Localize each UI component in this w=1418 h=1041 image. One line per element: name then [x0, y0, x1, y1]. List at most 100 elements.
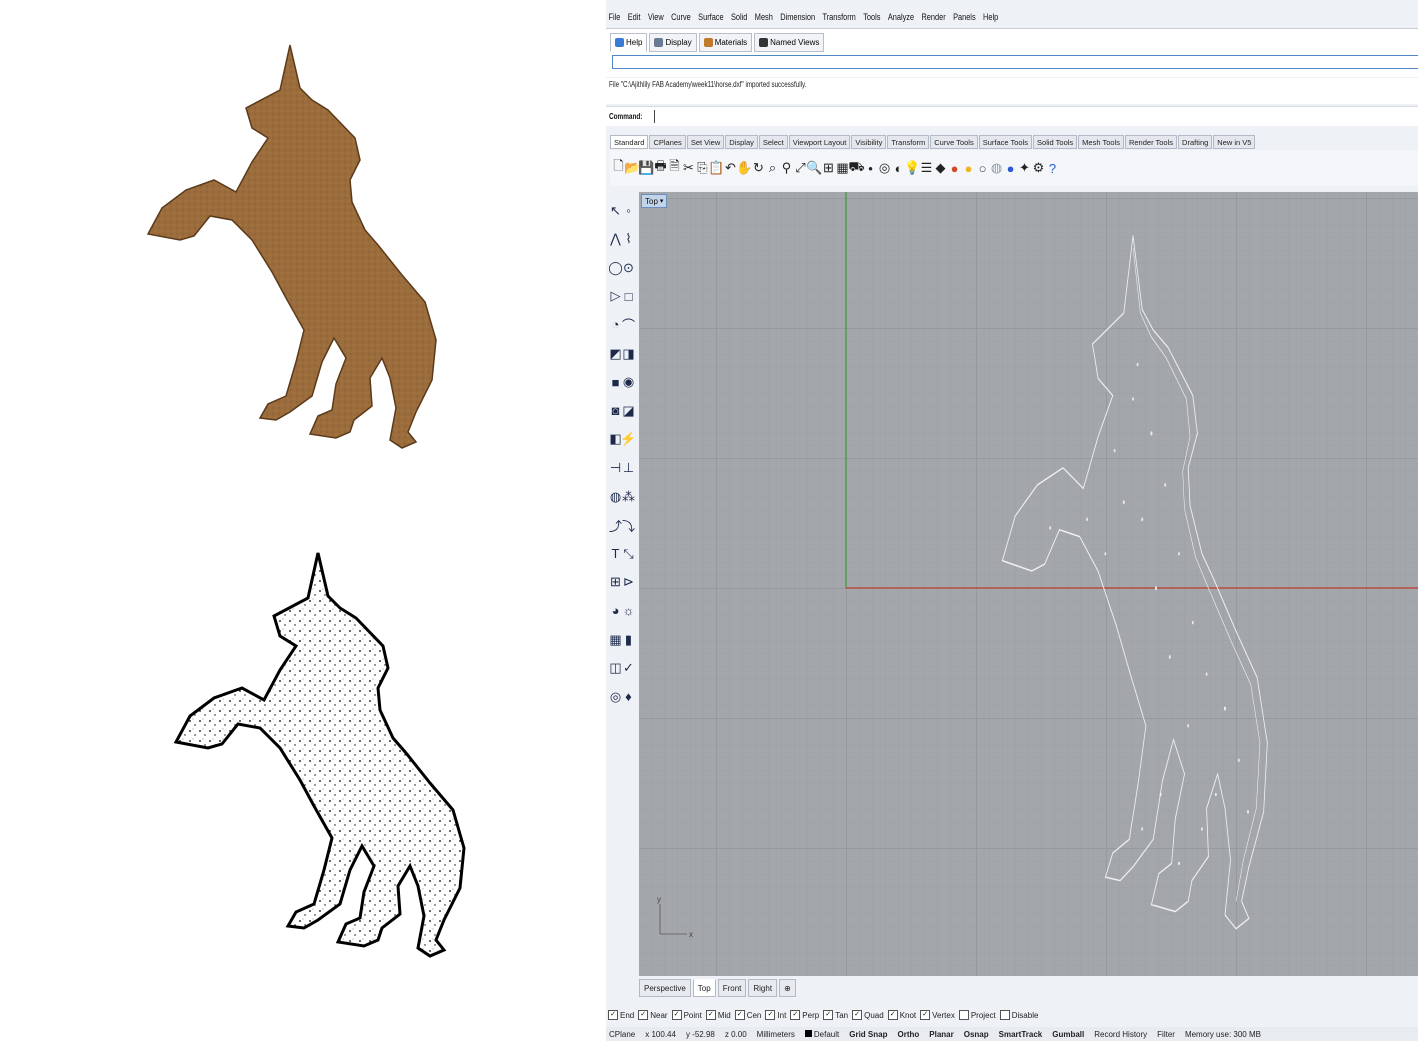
save-icon[interactable]: 💾: [638, 158, 654, 178]
osnap-vertex[interactable]: ✓ Vertex: [920, 1010, 955, 1020]
ghost-sphere-icon[interactable]: ◍: [990, 158, 1003, 178]
panel-tab-named-views[interactable]: Named Views: [754, 33, 825, 52]
menu-file[interactable]: File: [608, 12, 620, 22]
select-icon[interactable]: ↖: [609, 202, 622, 219]
sphere-icon[interactable]: ◉: [622, 374, 635, 391]
lightbulb-icon[interactable]: 💡: [904, 158, 920, 178]
menu-transform[interactable]: Transform: [822, 12, 855, 22]
help-panel-content[interactable]: [612, 55, 1418, 69]
dimension-icon[interactable]: ⤡: [622, 545, 635, 562]
material-sphere-icon[interactable]: ●: [1004, 158, 1017, 178]
menu-tools[interactable]: Tools: [863, 12, 880, 22]
arc-icon[interactable]: ◔: [609, 316, 622, 333]
light-icon[interactable]: ♦: [622, 688, 635, 705]
menu-dimension[interactable]: Dimension: [780, 12, 815, 22]
status-layer[interactable]: Default: [804, 1029, 839, 1039]
pan-icon[interactable]: ✋: [736, 158, 752, 178]
zoom-window-icon[interactable]: ⌕: [766, 158, 779, 178]
cut-icon[interactable]: ✂: [682, 158, 695, 178]
layer-icon[interactable]: ☰: [920, 158, 933, 178]
menu-mesh[interactable]: Mesh: [755, 12, 773, 22]
osnap-checkbox[interactable]: ✓: [920, 1010, 931, 1020]
add-viewport-icon[interactable]: ⊕: [779, 979, 796, 997]
grid-snap-toggle[interactable]: Grid Snap: [849, 1030, 887, 1039]
mesh-icon[interactable]: ◪: [622, 402, 635, 419]
toolbar-tab-viewport-layout[interactable]: Viewport Layout: [788, 135, 851, 149]
toolbar-tab-render-tools[interactable]: Render Tools: [1124, 135, 1178, 149]
toolbar-tab-drafting[interactable]: Drafting: [1178, 135, 1213, 149]
osnap-perp[interactable]: ✓ Perp: [790, 1010, 819, 1020]
ortho-toggle[interactable]: Ortho: [897, 1030, 919, 1039]
gear-icon[interactable]: ⚙: [1032, 158, 1045, 178]
panel-tab-help[interactable]: Help: [610, 33, 648, 52]
menu-panels[interactable]: Panels: [953, 12, 976, 22]
fillet-icon[interactable]: ⌒: [622, 316, 635, 333]
properties-icon[interactable]: ◆: [934, 158, 947, 178]
check-icon[interactable]: ✓: [622, 660, 635, 677]
osnap-point[interactable]: ✓ Point: [671, 1010, 702, 1020]
osnap-quad[interactable]: ✓ Quad: [852, 1010, 884, 1020]
viewport-tab-front[interactable]: Front: [717, 979, 747, 997]
command-input[interactable]: [653, 110, 655, 123]
analyze-icon[interactable]: ▮: [622, 631, 635, 648]
osnap-checkbox[interactable]: ✓: [608, 1010, 618, 1020]
osnap-cen[interactable]: ✓ Cen: [734, 1010, 761, 1020]
osnap-checkbox[interactable]: [958, 1010, 969, 1020]
point-icon[interactable]: •: [864, 158, 877, 178]
osnap-checkbox[interactable]: ✓: [852, 1010, 863, 1020]
array-icon[interactable]: ⊞: [609, 574, 622, 591]
smarttrack-toggle[interactable]: SmartTrack: [999, 1030, 1043, 1039]
polygon-icon[interactable]: ▷: [609, 288, 622, 305]
toolbar-tab-transform[interactable]: Transform: [887, 135, 930, 149]
undo-icon[interactable]: ↶: [724, 158, 737, 178]
new-file-icon[interactable]: 🗋: [612, 158, 625, 178]
grid-array-icon[interactable]: ▦: [609, 631, 622, 648]
toolbar-tab-select[interactable]: Select: [758, 135, 788, 149]
box-icon[interactable]: ■: [609, 374, 622, 391]
explode-icon[interactable]: ⁂: [622, 488, 635, 505]
rotate-view-icon[interactable]: ↻: [752, 158, 765, 178]
status-units[interactable]: Millimeters: [757, 1030, 795, 1039]
circle-center-icon[interactable]: ⊙: [622, 259, 635, 276]
shaded-sphere-icon[interactable]: ●: [962, 158, 975, 178]
menu-edit[interactable]: Edit: [628, 12, 641, 22]
osnap-end[interactable]: ✓ End: [608, 1010, 634, 1020]
toolbar-tab-standard[interactable]: Standard: [610, 135, 649, 149]
copy-icon[interactable]: ⎘: [696, 158, 709, 178]
options-icon[interactable]: ✦: [1018, 158, 1031, 178]
osnap-mid[interactable]: ✓ Mid: [705, 1010, 731, 1020]
menu-view[interactable]: View: [648, 12, 664, 22]
render-icon[interactable]: ◕: [609, 602, 622, 619]
menu-render[interactable]: Render: [921, 12, 945, 22]
extrude-icon[interactable]: ◨: [622, 345, 635, 362]
osnap-tan[interactable]: ✓ Tan: [823, 1010, 848, 1020]
osnap-checkbox[interactable]: ✓: [887, 1010, 898, 1020]
status-cplane[interactable]: CPlane: [609, 1030, 635, 1039]
osnap-checkbox[interactable]: ✓: [638, 1010, 649, 1020]
split-icon[interactable]: ⚡: [620, 431, 636, 448]
toolbar-tab-new-in-v5[interactable]: New in V5: [1213, 135, 1256, 149]
join-icon[interactable]: ⊥: [622, 459, 635, 476]
group-icon[interactable]: ◍: [609, 488, 622, 505]
viewport-tab-top[interactable]: Top: [692, 979, 716, 997]
grid-icon[interactable]: ▦: [836, 158, 849, 178]
osnap-checkbox[interactable]: ✓: [705, 1010, 716, 1020]
osnap-checkbox[interactable]: ✓: [790, 1010, 801, 1020]
display-mode-icon[interactable]: ◐: [892, 158, 905, 178]
import-icon[interactable]: 🗎: [668, 158, 681, 178]
toolbar-tab-curve-tools[interactable]: Curve Tools: [930, 135, 978, 149]
viewport-tab-right[interactable]: Right: [748, 979, 778, 997]
osnap-checkbox[interactable]: ✓: [734, 1010, 745, 1020]
viewport-title[interactable]: Top ▾: [641, 194, 668, 208]
osnap-checkbox[interactable]: ✓: [765, 1010, 776, 1020]
osnap-checkbox[interactable]: ✓: [671, 1010, 682, 1020]
record-history-toggle[interactable]: Record History: [1094, 1030, 1147, 1039]
car-icon[interactable]: ⛟: [848, 158, 864, 178]
open-file-icon[interactable]: 📂: [624, 158, 640, 178]
menu-help[interactable]: Help: [983, 12, 998, 22]
surface-icon[interactable]: ◩: [609, 345, 622, 362]
panel-tab-display[interactable]: Display: [649, 33, 697, 52]
print-icon[interactable]: 🖶: [654, 158, 667, 178]
wire-sphere-icon[interactable]: ○: [976, 158, 989, 178]
osnap-toggle[interactable]: Osnap: [964, 1030, 989, 1039]
